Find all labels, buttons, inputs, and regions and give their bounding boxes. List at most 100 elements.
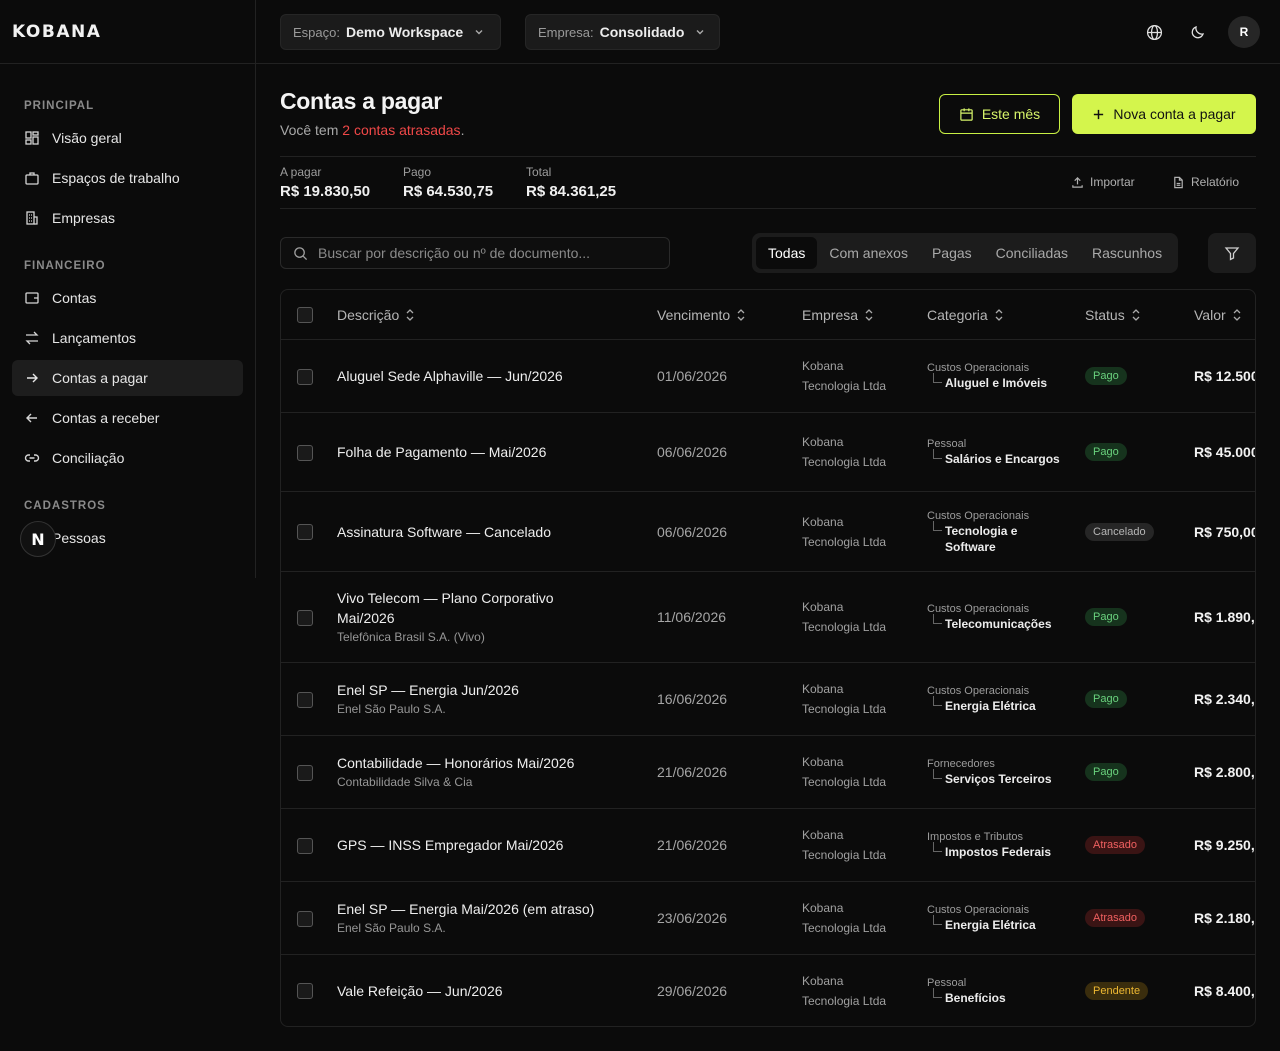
row-company-line1: Kobana [802, 359, 844, 373]
column-header-valor[interactable]: Valor [1194, 290, 1242, 340]
theme-toggle-button[interactable] [1182, 16, 1214, 48]
tab-pagas[interactable]: Pagas [920, 237, 984, 269]
sidebar-item-label: Visão geral [52, 130, 122, 146]
table-row[interactable]: Aluguel Sede Alphaville — Jun/2026 01/06/… [281, 340, 1255, 413]
floating-badge[interactable]: N [20, 521, 56, 557]
cell-empresa: Kobana Tecnologia Ltda [802, 955, 886, 1026]
row-company-line2: Tecnologia Ltda [802, 534, 887, 549]
sidebar-item-contas-a-pagar[interactable]: Contas a pagar [12, 360, 243, 396]
row-checkbox[interactable] [297, 610, 313, 626]
company-picker[interactable]: Empresa: Consolidado [525, 14, 720, 50]
column-header-vencimento[interactable]: Vencimento [657, 290, 746, 340]
tab-conciliadas[interactable]: Conciliadas [984, 237, 1080, 269]
table-header: Descrição Vencimento Empresa Categoria S… [281, 290, 1255, 340]
row-subcategory: Salários e Encargos [927, 449, 1067, 467]
filter-icon [1224, 247, 1240, 261]
cell-status: Atrasado [1085, 809, 1146, 881]
filter-tabs: Todas Com anexos Pagas Conciliadas Rascu… [752, 233, 1179, 273]
table-row[interactable]: Enel SP — Energia Jun/2026 Enel São Paulo… [281, 663, 1255, 736]
row-checkbox[interactable] [297, 445, 313, 461]
sidebar-item-conciliacao[interactable]: Conciliação [12, 440, 243, 476]
nav-heading-cadastros: CADASTROS [24, 500, 106, 512]
cell-descricao: Assinatura Software — Cancelado [337, 492, 637, 571]
sidebar-item-contas[interactable]: Contas [12, 280, 243, 316]
filter-button[interactable] [1208, 233, 1256, 273]
row-checkbox[interactable] [297, 838, 313, 854]
tab-com-anexos[interactable]: Com anexos [817, 237, 920, 269]
row-company-line1: Kobana [802, 435, 844, 449]
column-header-descricao[interactable]: Descrição [337, 290, 415, 340]
row-amount: R$ 1.890,00 [1194, 609, 1255, 625]
workspace-picker-value: Demo Workspace [345, 24, 464, 40]
cell-categoria: Pessoal Benefícios [927, 955, 1067, 1026]
row-due-date: 23/06/2026 [657, 910, 728, 926]
page-subtitle: Você tem 2 contas atrasadas. [280, 122, 464, 138]
row-company-line1: Kobana [802, 682, 844, 696]
avatar[interactable]: R [1228, 16, 1260, 48]
cell-valor: R$ 2.340,00 [1194, 663, 1255, 735]
column-header-categoria[interactable]: Categoria [927, 290, 1004, 340]
table-row[interactable]: Folha de Pagamento — Mai/2026 06/06/2026 K… [281, 413, 1255, 492]
table-row[interactable]: Vale Refeição — Jun/2026 29/06/2026 Kobana… [281, 955, 1255, 1026]
search-input[interactable] [318, 245, 648, 261]
this-month-button[interactable]: Este mês [939, 94, 1060, 134]
row-company-line1: Kobana [802, 901, 844, 915]
tab-todas[interactable]: Todas [756, 237, 818, 269]
status-badge: Cancelado [1085, 522, 1154, 541]
import-button[interactable]: Importar [1071, 175, 1135, 189]
column-header-empresa[interactable]: Empresa [802, 290, 874, 340]
workspace-picker-label: Espaço: [293, 24, 340, 40]
row-checkbox[interactable] [297, 911, 313, 927]
status-badge: Atrasado [1085, 836, 1146, 854]
report-button[interactable]: Relatório [1172, 175, 1239, 189]
row-checkbox[interactable] [297, 983, 313, 999]
cell-vencimento: 06/06/2026 [657, 492, 727, 571]
table-body: Aluguel Sede Alphaville — Jun/2026 01/06/… [281, 340, 1255, 1026]
table-row[interactable]: Contabilidade — Honorários Mai/2026 Conta… [281, 736, 1255, 809]
table-row[interactable]: Assinatura Software — Cancelado 06/06/202… [281, 492, 1255, 572]
row-checkbox[interactable] [297, 369, 313, 385]
table-row[interactable]: Enel SP — Energia Mai/2026 (em atraso) En… [281, 882, 1255, 955]
row-checkbox[interactable] [297, 692, 313, 708]
cell-vencimento: 06/06/2026 [657, 413, 727, 491]
sidebar-item-espacos[interactable]: Espaços de trabalho [12, 160, 243, 196]
table-row[interactable]: Vivo Telecom — Plano Corporativo Mai/2026… [281, 572, 1255, 663]
row-company-line2: Tecnologia Ltda [802, 921, 887, 935]
report-label: Relatório [1191, 175, 1240, 189]
row-category: Custos Operacionais [927, 362, 1030, 374]
language-button[interactable] [1138, 16, 1170, 48]
status-badge: Atrasado [1085, 909, 1146, 927]
company-picker-value: Consolidado [599, 24, 685, 40]
row-category: Custos Operacionais [927, 904, 1030, 916]
stat-value: R$ 84.361,25 [526, 183, 617, 200]
tab-rascunhos[interactable]: Rascunhos [1080, 237, 1174, 269]
table-row[interactable]: GPS — INSS Empregador Mai/2026 21/06/2026… [281, 809, 1255, 882]
select-all-checkbox[interactable] [297, 307, 313, 323]
workspace-picker[interactable]: Espaço: Demo Workspace [280, 14, 501, 50]
kobana-logo[interactable]: KOBANA [0, 0, 255, 64]
row-company-line2: Tecnologia Ltda [802, 455, 887, 469]
row-amount: R$ 2.800,00 [1194, 764, 1255, 780]
sidebar-item-label: Pessoas [52, 530, 106, 546]
sort-icon [406, 309, 414, 321]
sidebar-item-visao-geral[interactable]: Visão geral [12, 120, 243, 156]
cell-descricao: Aluguel Sede Alphaville — Jun/2026 [337, 340, 637, 412]
arrow-left-icon [24, 410, 40, 426]
status-badge: Pago [1085, 763, 1127, 781]
row-amount: R$ 12.500,00 [1194, 368, 1255, 384]
status-badge: Pago [1085, 443, 1127, 461]
column-header-status[interactable]: Status [1085, 290, 1141, 340]
overdue-count-link[interactable]: 2 contas atrasadas [342, 122, 460, 138]
upload-icon [1072, 176, 1083, 188]
sidebar-item-contas-a-receber[interactable]: Contas a receber [12, 400, 243, 436]
row-category: Pessoal [927, 977, 967, 989]
row-checkbox[interactable] [297, 524, 313, 540]
chevron-down-icon [475, 30, 483, 35]
row-subcategory: Benefícios [927, 988, 1067, 1006]
sidebar-item-lancamentos[interactable]: Lançamentos [12, 320, 243, 356]
row-checkbox[interactable] [297, 765, 313, 781]
new-payable-button[interactable]: Nova conta a pagar [1072, 94, 1256, 134]
cell-categoria: Custos Operacionais Energia Elétrica [927, 663, 1067, 735]
sidebar-item-empresas[interactable]: Empresas [12, 200, 243, 236]
sidebar-item-label: Conciliação [52, 450, 125, 466]
